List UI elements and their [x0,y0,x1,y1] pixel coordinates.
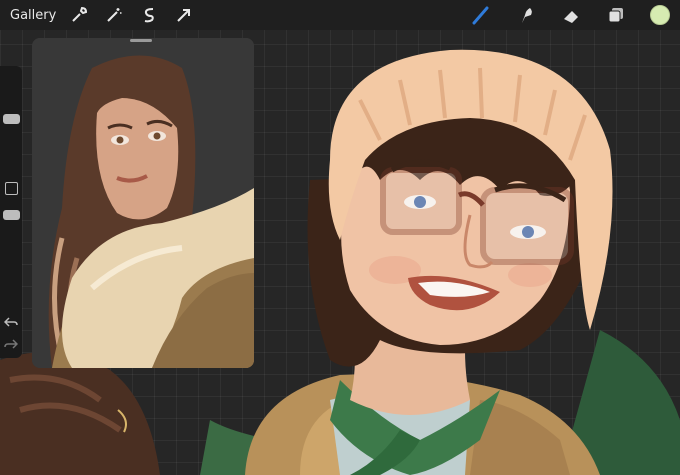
eraser-tool-button[interactable] [560,4,582,26]
eraser-icon [564,11,578,23]
selection-s-icon [145,8,155,23]
arrow-cursor-icon [177,9,191,22]
undo-button[interactable] [3,316,18,331]
reference-image-window[interactable] [32,38,254,368]
brush-sidebar [0,66,22,358]
right-tool-group [447,0,680,30]
reference-window-drag-handle[interactable] [130,39,152,42]
gallery-button[interactable]: Gallery [10,8,56,23]
layers-icon [608,8,623,23]
adjustments-button[interactable] [103,4,125,26]
top-toolbar: Gallery [0,0,680,30]
redo-button[interactable] [4,338,19,353]
modify-button[interactable] [5,182,18,195]
color-picker-swatch[interactable] [650,5,670,25]
paint-tool-button[interactable] [470,4,492,26]
layers-button[interactable] [605,4,627,26]
reference-portrait [32,38,254,368]
selection-button[interactable] [138,4,160,26]
wrench-icon [72,6,88,22]
undo-arrow-icon [3,317,18,327]
redo-arrow-icon [4,339,19,349]
smudge-icon [522,8,532,23]
brush-size-slider[interactable] [3,114,20,124]
brush-icon [472,6,489,25]
opacity-slider[interactable] [3,210,20,220]
transform-button[interactable] [173,4,195,26]
magic-wand-icon [107,8,122,22]
actions-button[interactable] [68,4,90,26]
smudge-tool-button[interactable] [515,4,537,26]
